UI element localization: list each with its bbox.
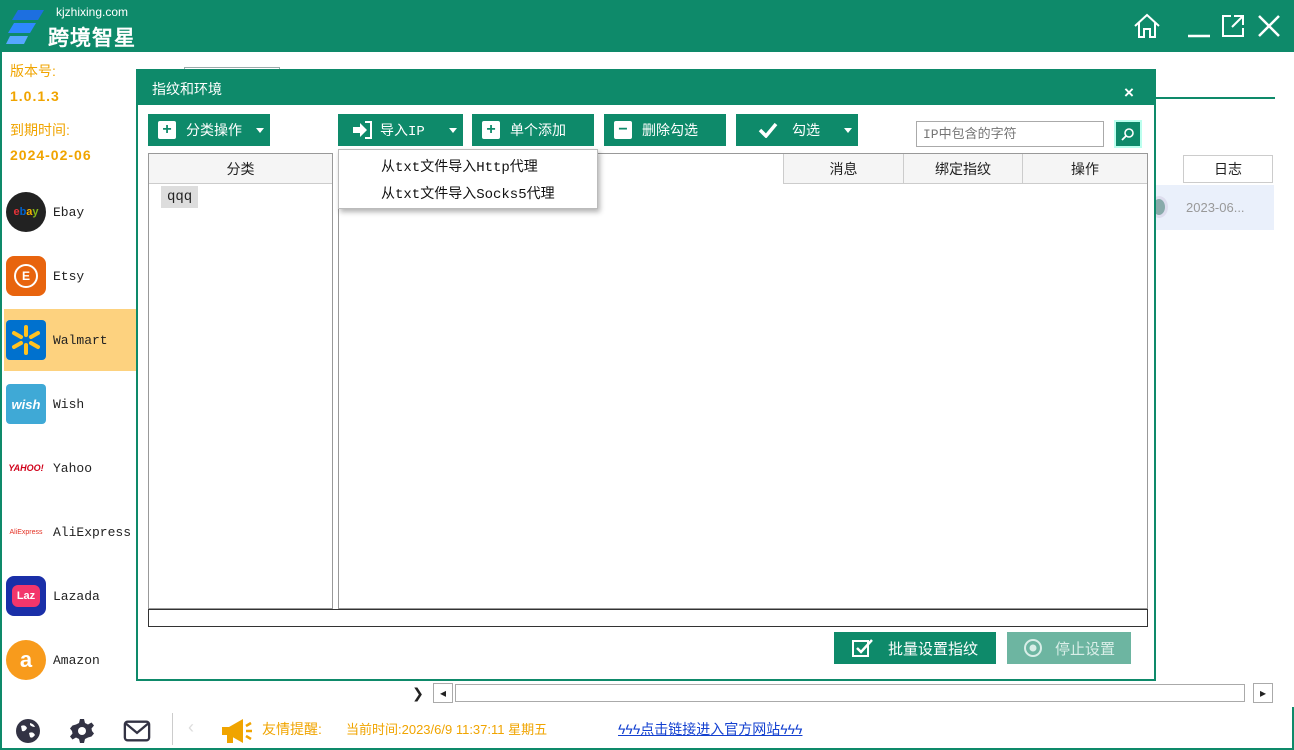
background-tab-underline	[1155, 97, 1275, 99]
plus-icon: +	[482, 121, 500, 139]
column-bind-fingerprint: 绑定指纹	[903, 154, 1022, 184]
amazon-icon: a	[6, 640, 46, 680]
category-panel: 分类 qqq	[148, 153, 333, 609]
delete-checked-label: 删除勾选	[642, 122, 698, 138]
chevron-left-icon[interactable]: ‹	[188, 717, 194, 738]
check-label: 勾选	[792, 122, 820, 138]
fingerprint-modal: 指纹和环境 × + 分类操作 导入IP + 单个添加 − 删除勾选 勾选 分类 …	[136, 69, 1156, 681]
divider	[172, 713, 173, 745]
close-icon	[1258, 15, 1280, 37]
stop-icon	[1023, 638, 1043, 658]
sidebar-item-aliexpress[interactable]: AliExpress AliExpress	[4, 501, 139, 563]
sidebar-item-etsy[interactable]: E Etsy	[4, 245, 139, 307]
add-single-button[interactable]: + 单个添加	[472, 114, 594, 146]
sidebar: 版本号: 1.0.1.3 到期时间: 2024-02-06 ebay Ebay …	[0, 52, 139, 707]
notice-label: 友情提醒:	[262, 721, 322, 737]
sidebar-item-amazon[interactable]: a Amazon	[4, 629, 139, 691]
import-ip-dropdown: 从txt文件导入Http代理 从txt文件导入Socks5代理	[338, 149, 598, 209]
globe-icon[interactable]	[14, 717, 42, 745]
lazada-icon: Laz	[6, 576, 46, 616]
sidebar-item-walmart[interactable]: Walmart	[4, 309, 139, 371]
scroll-left-button[interactable]: ◂	[433, 683, 453, 703]
plus-icon: +	[158, 121, 176, 139]
sidebar-item-label: Wish	[53, 396, 85, 412]
expand-arrow-icon[interactable]: ❯	[408, 683, 428, 703]
home-icon	[1134, 13, 1160, 38]
scroll-right-button[interactable]: ▸	[1253, 683, 1273, 703]
search-button[interactable]	[1114, 120, 1142, 148]
sidebar-item-label: Lazada	[53, 588, 100, 604]
stop-setting-button[interactable]: 停止设置	[1007, 632, 1131, 664]
category-ops-button[interactable]: + 分类操作	[148, 114, 270, 146]
column-action: 操作	[1022, 154, 1147, 184]
version-value: 1.0.1.3	[10, 88, 60, 104]
modal-header: 指纹和环境 ×	[138, 71, 1154, 105]
import-icon	[352, 121, 372, 139]
minimize-icon	[1188, 34, 1210, 38]
chevron-down-icon	[256, 128, 264, 133]
check-button[interactable]: 勾选	[736, 114, 858, 146]
popout-button[interactable]	[1216, 8, 1250, 44]
yahoo-icon: YAHOO!	[6, 448, 46, 488]
expiry-value: 2024-02-06	[10, 147, 92, 163]
column-message: 消息	[783, 154, 903, 184]
sidebar-item-label: Etsy	[53, 268, 85, 284]
home-button[interactable]	[1130, 8, 1164, 44]
modal-close-button[interactable]: ×	[1124, 83, 1134, 103]
search-icon	[1121, 128, 1134, 141]
import-ip-label: 导入IP	[380, 124, 425, 140]
chevron-down-icon	[844, 128, 852, 133]
sidebar-item-label: Ebay	[53, 204, 85, 220]
sidebar-item-wish[interactable]: wish Wish	[4, 373, 139, 435]
minus-icon: −	[614, 121, 632, 139]
logo-url: kjzhixing.com	[56, 5, 129, 19]
chevron-down-icon	[449, 128, 457, 133]
sidebar-item-lazada[interactable]: Laz Lazada	[4, 565, 139, 627]
category-item[interactable]: qqq	[161, 186, 199, 208]
progress-bar	[148, 609, 1148, 627]
official-site-link[interactable]: ϟϟϟ点击链接进入官方网站ϟϟϟ	[618, 719, 802, 739]
walmart-icon	[6, 320, 46, 360]
ebay-icon: ebay	[6, 192, 46, 232]
delete-checked-button[interactable]: − 删除勾选	[604, 114, 726, 146]
app-name: 跨境智星	[48, 27, 136, 50]
import-http-option[interactable]: 从txt文件导入Http代理	[381, 156, 538, 176]
modal-title: 指纹和环境	[152, 81, 222, 97]
category-header: 分类	[149, 154, 332, 184]
sidebar-item-label: Yahoo	[53, 460, 93, 476]
sidebar-item-label: Amazon	[53, 652, 100, 668]
aliexpress-icon: AliExpress	[6, 512, 46, 552]
sidebar-item-yahoo[interactable]: YAHOO! Yahoo	[4, 437, 139, 499]
version-label: 版本号:	[10, 63, 56, 79]
category-ops-label: 分类操作	[186, 122, 242, 138]
sidebar-item-label: AliExpress	[53, 524, 132, 540]
sidebar-item-label: Walmart	[53, 332, 108, 348]
close-window-button[interactable]	[1252, 8, 1286, 44]
gear-icon[interactable]	[68, 717, 96, 745]
wish-icon: wish	[6, 384, 46, 424]
checkbox-icon	[852, 638, 874, 658]
expiry-label: 到期时间:	[10, 122, 70, 138]
log-date: 2023-06...	[1186, 200, 1245, 215]
megaphone-icon	[218, 717, 254, 745]
import-socks5-option[interactable]: 从txt文件导入Socks5代理	[381, 183, 555, 203]
logo-icon	[6, 6, 46, 46]
minimize-button[interactable]	[1182, 8, 1216, 44]
batch-set-fingerprint-button[interactable]: 批量设置指纹	[834, 632, 996, 664]
checkmark-icon	[758, 122, 778, 138]
horizontal-scrollbar[interactable]	[455, 684, 1245, 702]
sidebar-item-ebay[interactable]: ebay Ebay	[4, 181, 139, 243]
etsy-icon: E	[6, 256, 46, 296]
current-time: 当前时间:2023/6/9 11:37:11 星期五	[346, 722, 548, 737]
import-ip-button[interactable]: 导入IP	[338, 114, 463, 146]
stop-setting-label: 停止设置	[1055, 640, 1116, 658]
batch-set-label: 批量设置指纹	[888, 640, 979, 658]
popout-icon	[1222, 15, 1244, 37]
add-single-label: 单个添加	[510, 122, 566, 138]
log-column-header: 日志	[1183, 155, 1273, 183]
mail-icon[interactable]	[123, 717, 151, 745]
proxy-list: 消息 绑定指纹 操作	[338, 153, 1148, 609]
ip-search-input[interactable]	[916, 121, 1104, 147]
title-bar: kjzhixing.com 跨境智星	[0, 0, 1294, 52]
